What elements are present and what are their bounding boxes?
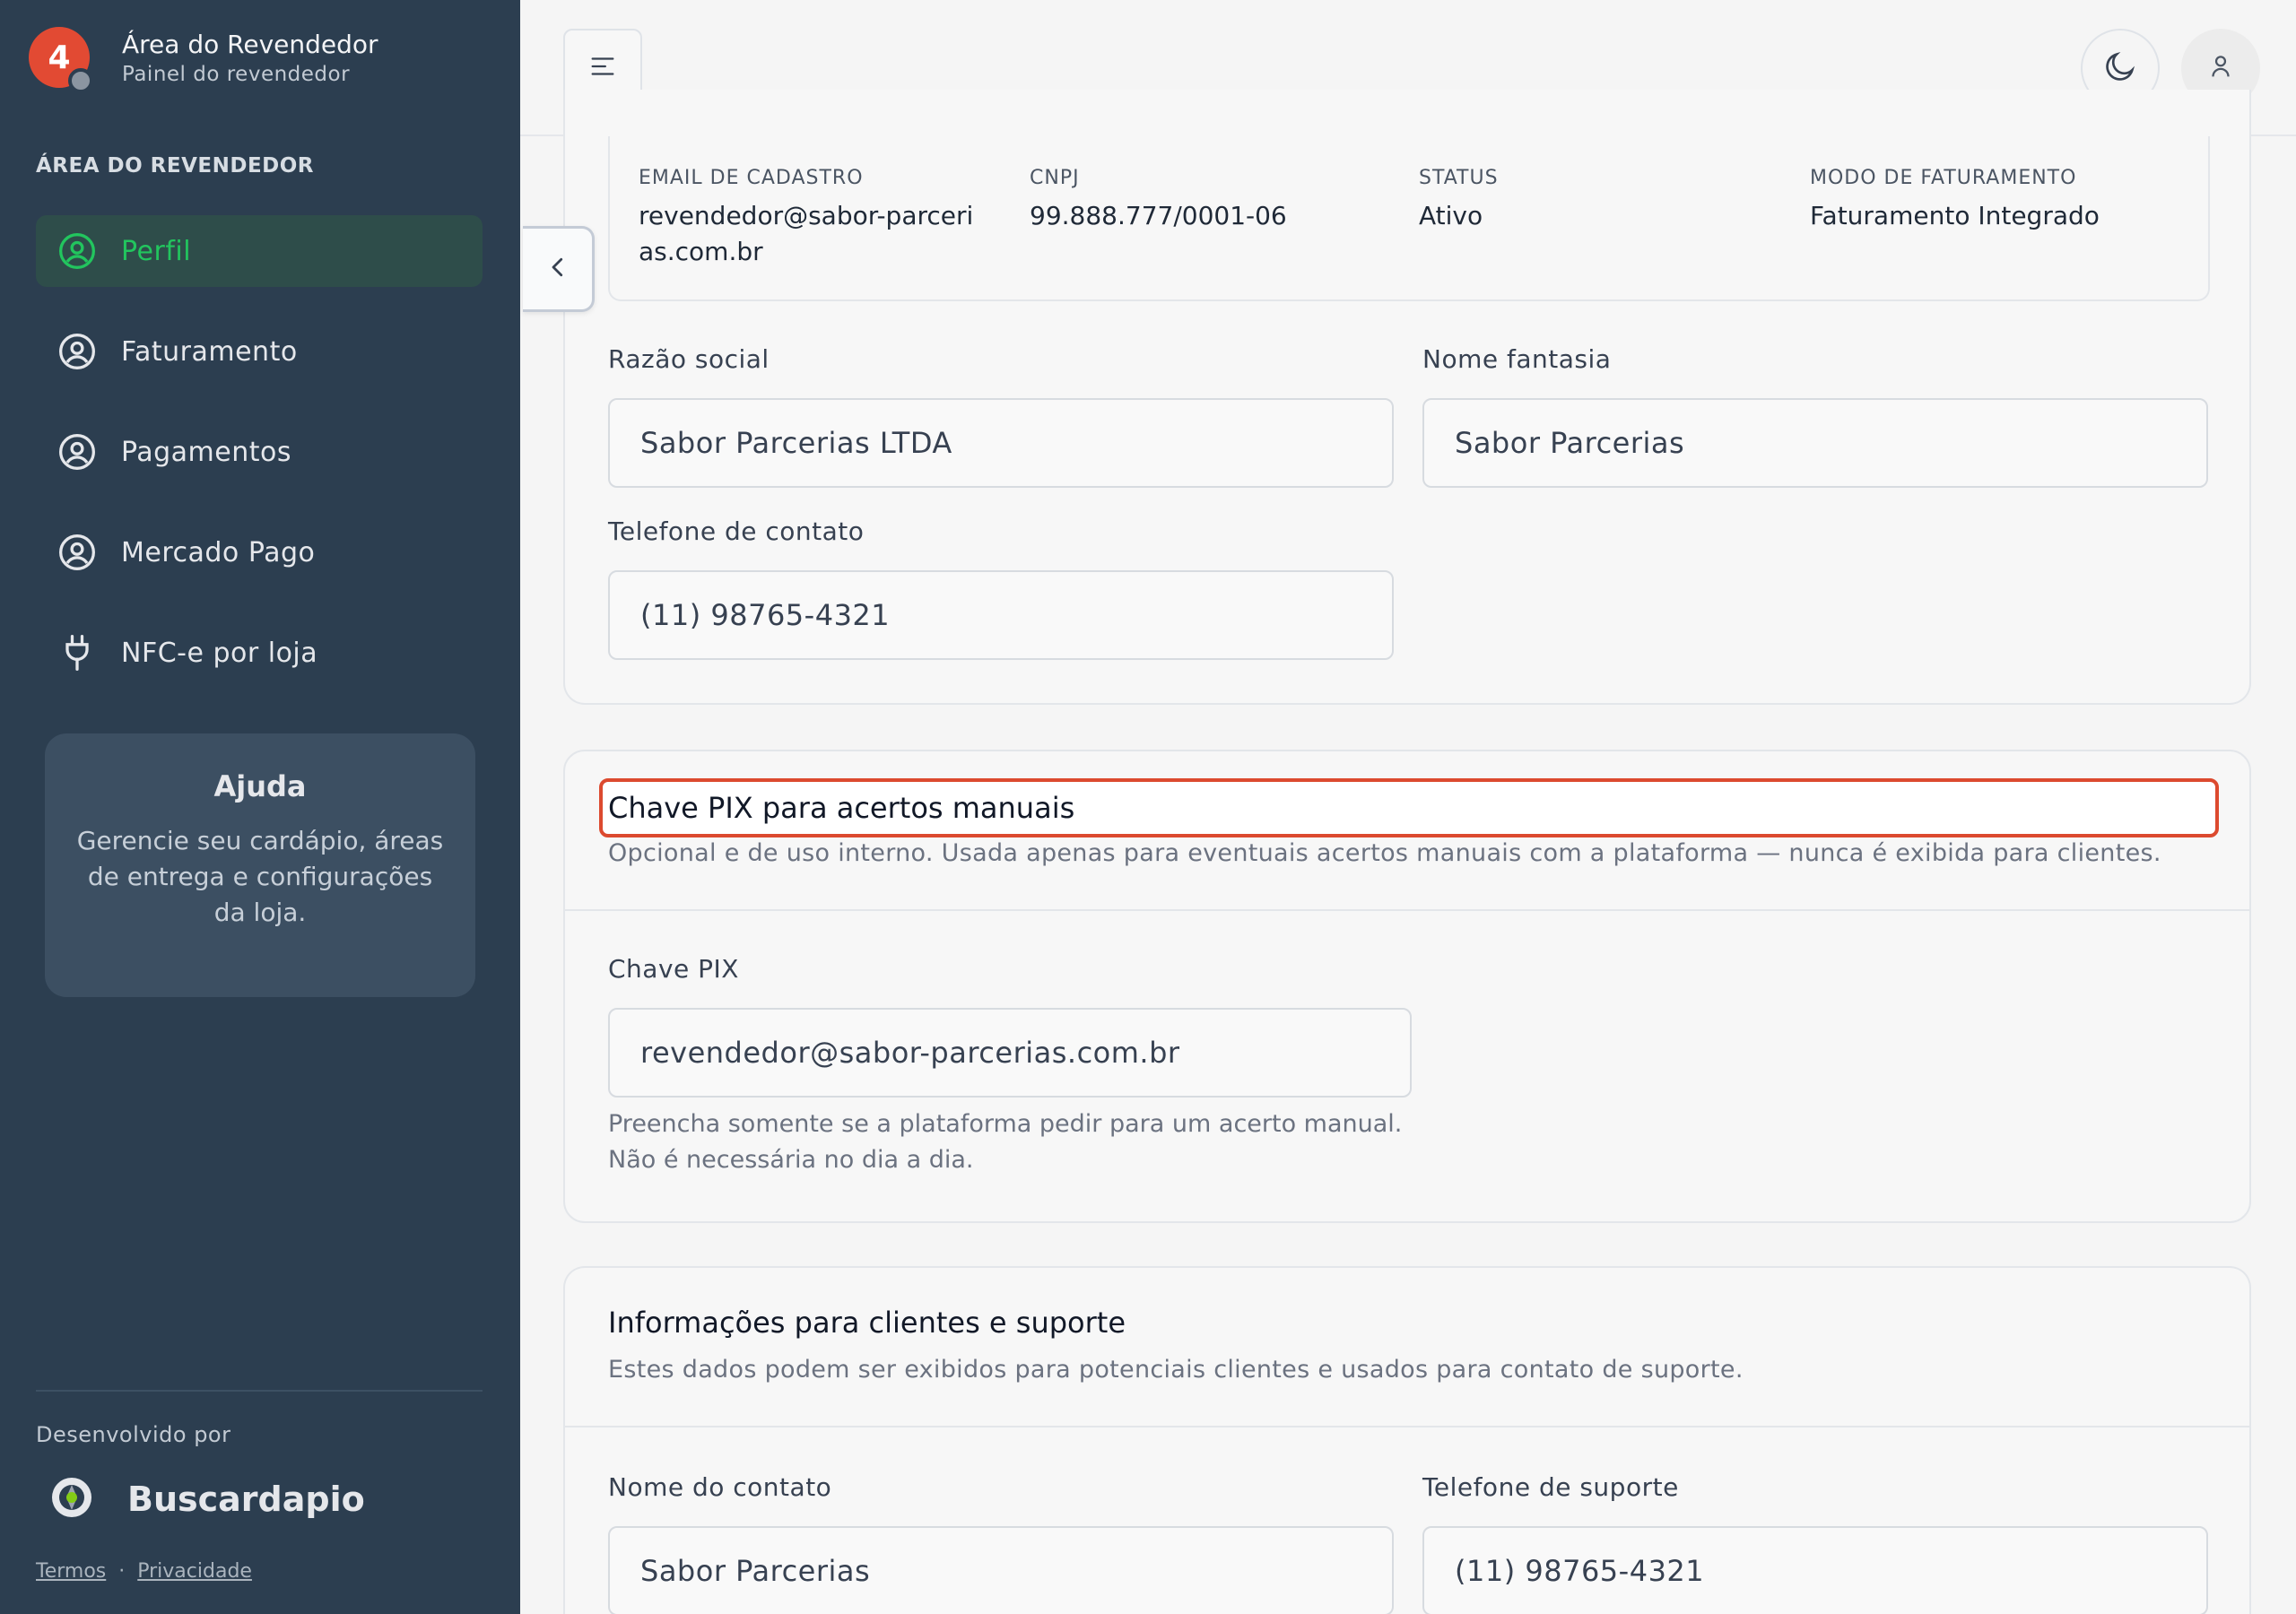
user-circle-icon [57, 432, 97, 472]
sidebar-item-label: Perfil [121, 235, 192, 267]
info-email: EMAIL DE CADASTRO revendedor@sabor-parce… [639, 167, 979, 270]
info-value: Ativo [1419, 201, 1483, 230]
support-section-title: Informações para clientes e suporte [608, 1306, 1126, 1340]
razao-social-label: Razão social [608, 344, 770, 374]
sidebar-item-label: Faturamento [121, 335, 298, 368]
info-value: 99.888.777/0001-06 [1030, 201, 1287, 230]
sidebar-item-faturamento[interactable]: Faturamento [36, 316, 483, 387]
sidebar-divider [36, 1390, 483, 1392]
sidebar: 4 Área do Revendedor Painel do revendedo… [0, 0, 520, 1614]
user-circle-icon [57, 231, 97, 271]
help-text: Gerencie seu cardápio, áreas de entrega … [76, 826, 444, 927]
user-circle-icon [57, 533, 97, 572]
pix-key-input[interactable]: revendedor@sabor-parcerias.com.br [608, 1008, 1412, 1098]
info-cnpj: CNPJ 99.888.777/0001-06 [1030, 167, 1287, 234]
moon-icon [2102, 48, 2138, 88]
buscardapio-logo-icon [50, 1476, 93, 1523]
brand-logo: 4 [29, 27, 93, 93]
developed-by-label: Desenvolvido por [36, 1422, 231, 1447]
support-card: Informações para clientes e suporte Este… [563, 1266, 2251, 1614]
razao-social-input[interactable]: Sabor Parcerias LTDA [608, 398, 1394, 488]
support-section-description: Estes dados podem ser exibidos para pote… [608, 1356, 1744, 1384]
info-label: STATUS [1419, 167, 1499, 189]
nome-fantasia-input[interactable]: Sabor Parcerias [1422, 398, 2208, 488]
help-title: Ajuda [213, 769, 307, 803]
sidebar-item-perfil[interactable]: Perfil [36, 215, 483, 287]
pix-section-description: Opcional e de uso interno. Usada apenas … [608, 839, 2161, 867]
collapse-sidebar-button[interactable] [523, 226, 595, 312]
pix-section-title: Chave PIX para acertos manuais [608, 791, 1075, 825]
sidebar-item-nfce[interactable]: NFC-e por loja [36, 617, 483, 689]
terms-link[interactable]: Termos [36, 1560, 106, 1583]
pix-hint-line: Não é necessária no dia a dia. [608, 1146, 974, 1174]
sidebar-section-label: ÁREA DO REVENDEDOR [36, 154, 315, 178]
developer-brand[interactable]: Buscardapio [50, 1476, 365, 1523]
info-value: revendedor@sabor-parcerias.com.br [639, 201, 974, 266]
brand[interactable]: 4 Área do Revendedor Painel do revendedo… [29, 27, 378, 93]
info-label: CNPJ [1030, 167, 1080, 189]
info-label: EMAIL DE CADASTRO [639, 167, 864, 189]
info-billing-mode: MODO DE FATURAMENTO Faturamento Integrad… [1810, 167, 2100, 234]
developer-name: Buscardapio [127, 1480, 365, 1519]
sidebar-item-pagamentos[interactable]: Pagamentos [36, 416, 483, 488]
brand-logo-dot [68, 68, 93, 93]
chevron-left-icon [544, 254, 571, 284]
footer-separator: · [118, 1560, 126, 1583]
footer-links: Termos · Privacidade [36, 1560, 252, 1583]
pix-card: Chave PIX para acertos manuais Opcional … [563, 750, 2251, 1223]
pix-key-label: Chave PIX [608, 954, 739, 984]
contact-name-label: Nome do contato [608, 1472, 832, 1502]
info-value: Faturamento Integrado [1810, 201, 2100, 230]
plug-icon [57, 633, 97, 672]
sidebar-item-mercado-pago[interactable]: Mercado Pago [36, 516, 483, 588]
profile-card: EMAIL DE CADASTRO revendedor@sabor-parce… [563, 90, 2251, 705]
pix-key-hint: Preencha somente se a plataforma pedir p… [608, 1106, 1402, 1178]
brand-text: Área do Revendedor Painel do revendedor [122, 29, 378, 86]
user-circle-icon [57, 332, 97, 371]
nome-fantasia-label: Nome fantasia [1422, 344, 1612, 374]
sidebar-item-label: NFC-e por loja [121, 637, 318, 669]
telefone-contato-input[interactable]: (11) 98765-4321 [608, 570, 1394, 660]
pix-hint-line: Preencha somente se a plataforma pedir p… [608, 1110, 1403, 1138]
contact-name-input[interactable]: Sabor Parcerias [608, 1526, 1394, 1614]
help-card: Ajuda Gerencie seu cardápio, áreas de en… [45, 733, 475, 997]
pix-card-divider [565, 909, 2249, 911]
user-icon [2205, 51, 2236, 85]
registration-info-box: EMAIL DE CADASTRO revendedor@sabor-parce… [608, 136, 2210, 301]
menu-icon [587, 51, 618, 85]
sidebar-nav: Perfil Faturamento Pagamentos Mercado Pa… [36, 215, 483, 717]
brand-title: Área do Revendedor [122, 30, 378, 59]
support-phone-input[interactable]: (11) 98765-4321 [1422, 1526, 2208, 1614]
info-status: STATUS Ativo [1419, 167, 1499, 234]
brand-subtitle: Painel do revendedor [122, 63, 351, 86]
telefone-contato-label: Telefone de contato [608, 516, 865, 546]
sidebar-item-label: Pagamentos [121, 436, 291, 468]
info-label: MODO DE FATURAMENTO [1810, 167, 2077, 189]
privacy-link[interactable]: Privacidade [137, 1560, 252, 1583]
support-phone-label: Telefone de suporte [1422, 1472, 1679, 1502]
support-card-divider [565, 1426, 2249, 1427]
sidebar-item-label: Mercado Pago [121, 536, 316, 568]
